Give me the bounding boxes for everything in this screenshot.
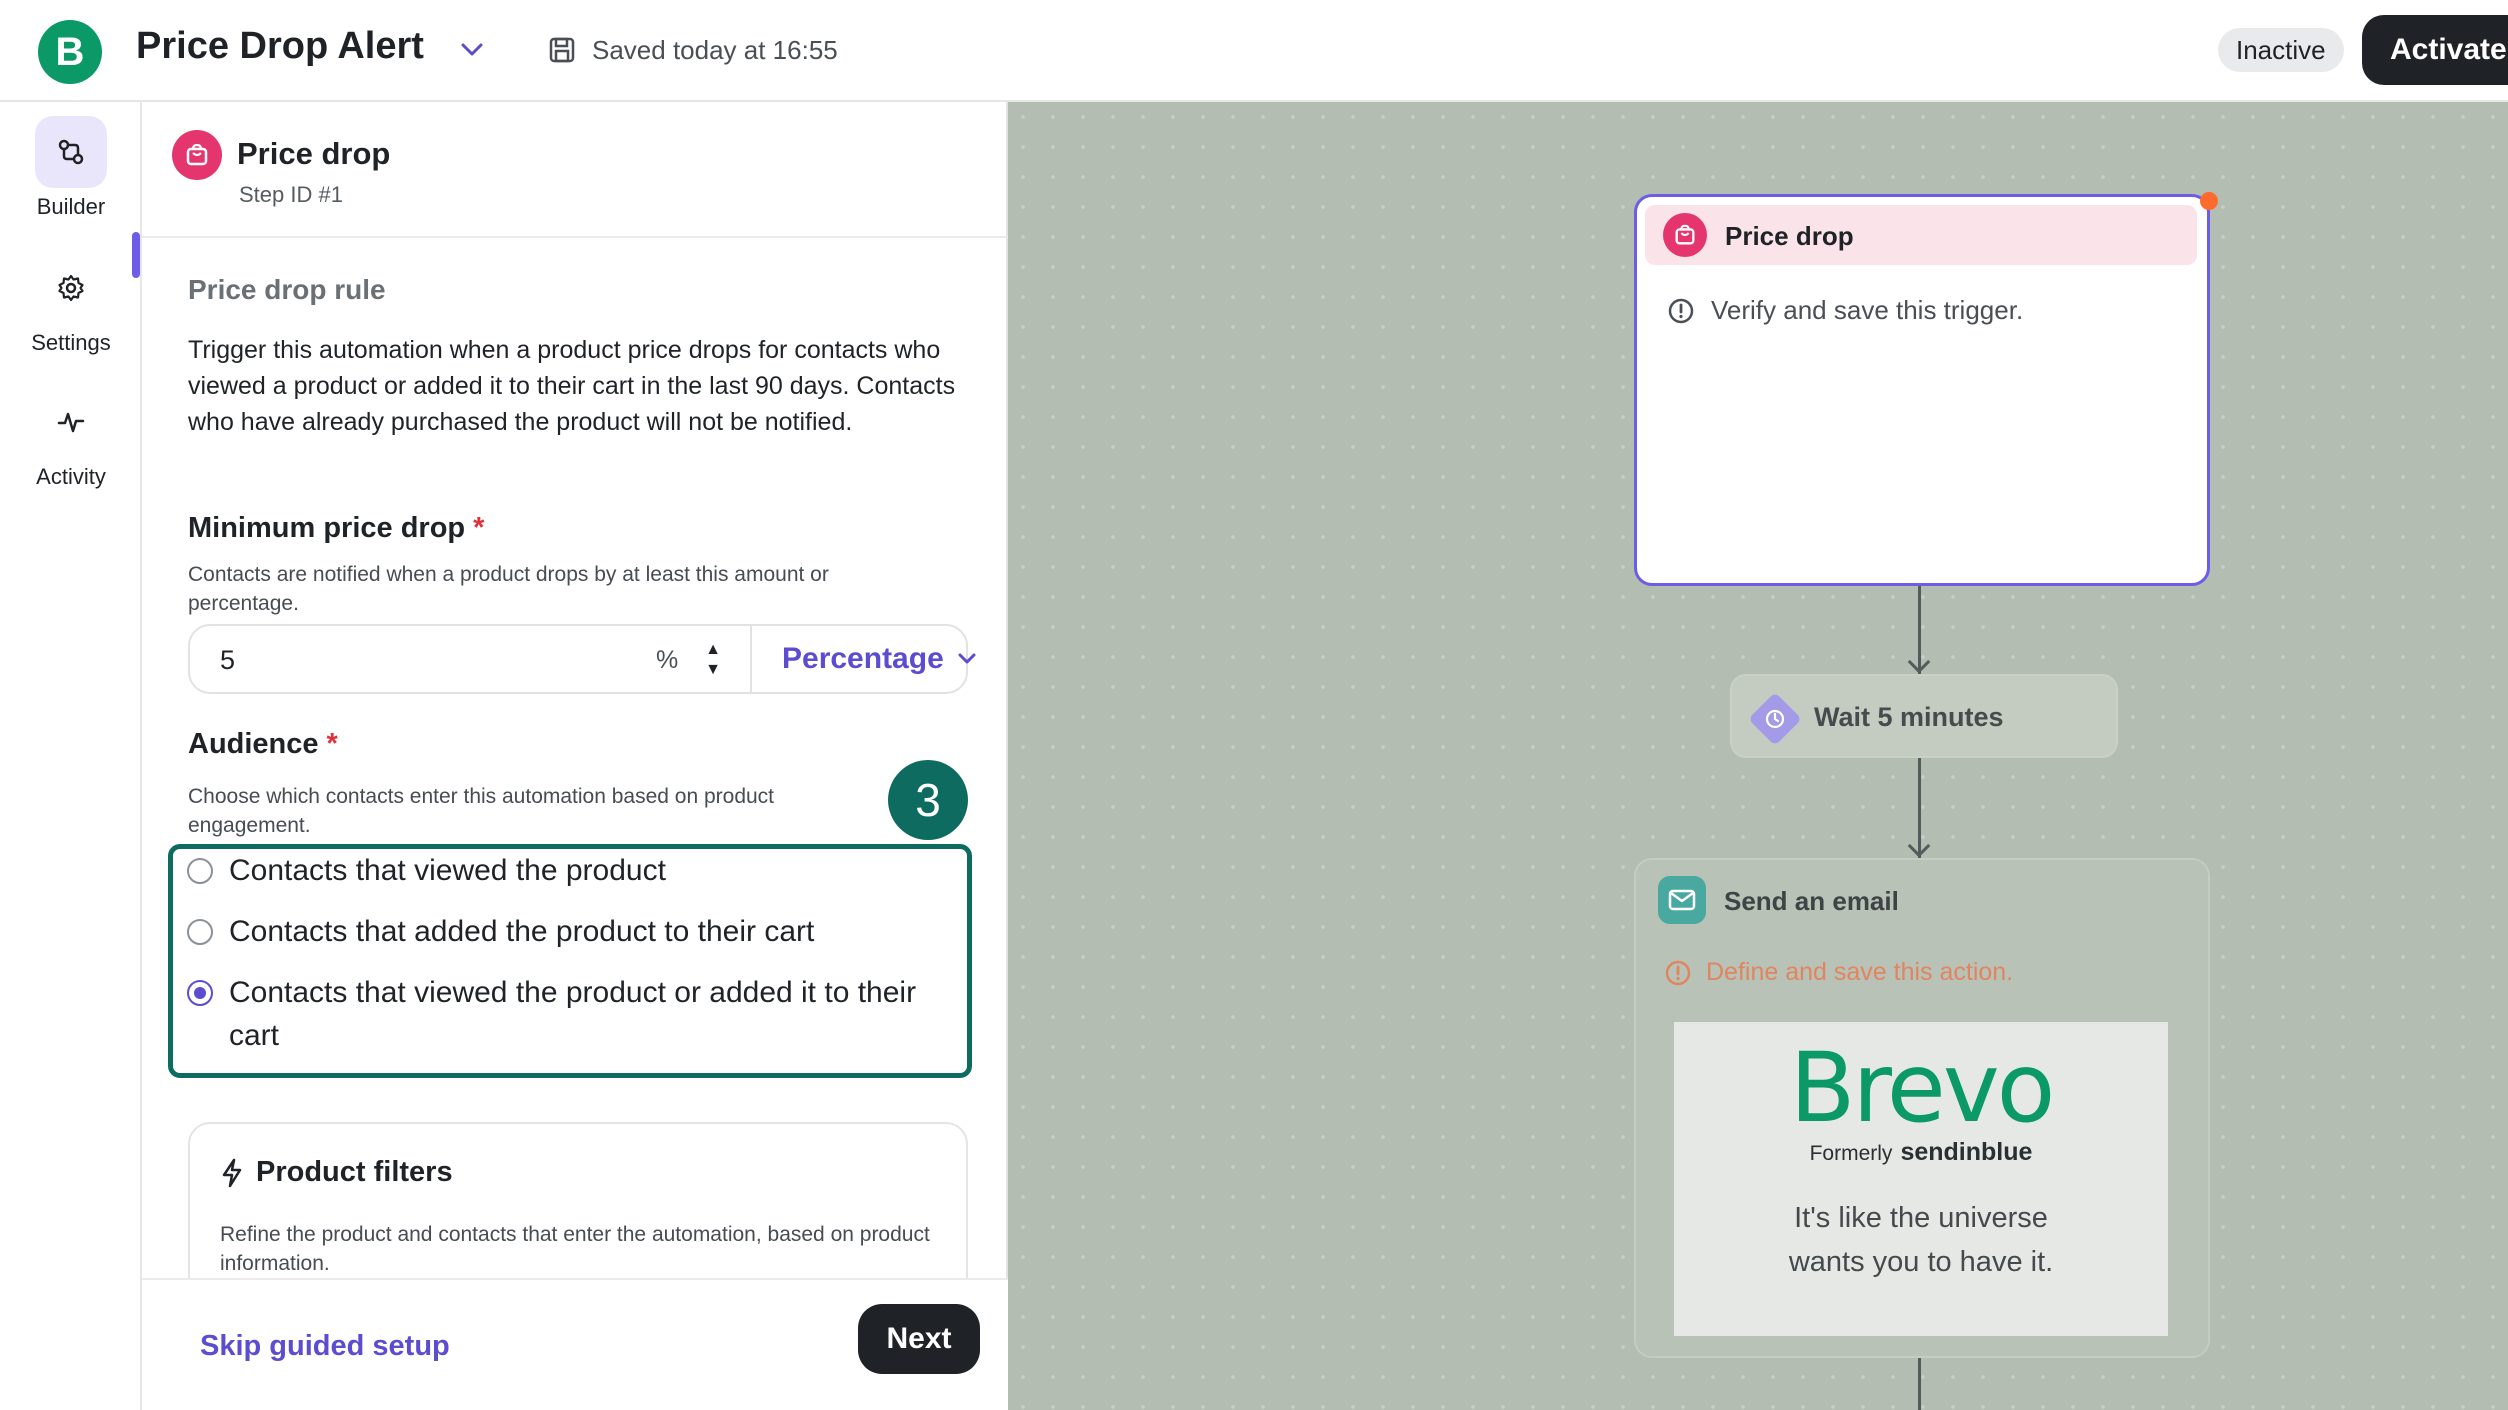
unit-type-select[interactable]: Percentage (782, 642, 976, 676)
gear-icon (35, 252, 107, 324)
activity-icon (35, 386, 107, 458)
left-rail: Builder Settings Activity (0, 102, 142, 1410)
unit-symbol: % (656, 646, 679, 674)
email-node-title: Send an email (1724, 886, 1899, 916)
step-id: Step ID #1 (239, 182, 343, 207)
brevo-wordmark: Brevo (1789, 1032, 2056, 1144)
radio-button[interactable] (187, 858, 213, 884)
min-drop-label: Minimum price drop * (188, 512, 484, 545)
stepper-down-icon[interactable]: ▼ (705, 660, 721, 680)
section-title: Price drop rule (188, 274, 386, 305)
automation-title[interactable]: Price Drop Alert (136, 25, 424, 68)
email-tagline: It's like the universe wants you to have… (1788, 1202, 2054, 1278)
option-label: Contacts that viewed the product (229, 854, 666, 887)
trigger-node-title: Price drop (1725, 221, 1854, 251)
trigger-node-warning: Verify and save this trigger. (1667, 295, 2023, 326)
skip-guided-setup-link[interactable]: Skip guided setup (200, 1330, 450, 1363)
info-icon (1668, 298, 1694, 323)
workflow-canvas[interactable]: Price drop Verify and save this trigger.… (1008, 102, 2508, 1410)
envelope-icon (1658, 876, 1706, 924)
input-divider (750, 626, 752, 692)
filters-help: Refine the product and contacts that ent… (220, 1223, 930, 1275)
rail-item-builder[interactable]: Builder (0, 116, 142, 220)
trigger-config-panel: Price drop Step ID #1 Price drop rule Tr… (142, 102, 1008, 1410)
chevron-down-icon (958, 653, 976, 664)
audience-option-added-to-cart[interactable]: Contacts that added the product to their… (187, 910, 957, 953)
save-icon (548, 36, 576, 64)
required-mark: * (473, 512, 485, 544)
option-label: Contacts that viewed the product or adde… (229, 976, 917, 1052)
product-filters-card[interactable]: Product filters Refine the product and c… (188, 1122, 968, 1302)
audience-help: Choose which contacts enter this automat… (188, 785, 775, 837)
filters-title-text: Product filters (256, 1156, 453, 1188)
radio-button[interactable] (187, 919, 213, 945)
wait-node-label: Wait 5 minutes (1814, 702, 2004, 732)
audience-radio-group: Contacts that viewed the product Contact… (168, 844, 972, 1078)
rule-description: Trigger this automation when a product p… (188, 336, 956, 436)
trigger-warning-text: Verify and save this trigger. (1711, 295, 2024, 325)
required-mark: * (326, 728, 338, 760)
brevo-formerly: Formerly sendinblue (1674, 1138, 2168, 1167)
unit-type-value: Percentage (782, 642, 944, 675)
rail-label: Activity (36, 464, 106, 489)
status-badge: Inactive (2218, 28, 2344, 72)
rail-label: Settings (31, 330, 111, 355)
audience-label: Audience * (188, 728, 338, 761)
rail-item-activity[interactable]: Activity (0, 386, 142, 490)
audience-option-viewed[interactable]: Contacts that viewed the product (187, 849, 957, 892)
saved-status-text: Saved today at 16:55 (592, 35, 838, 65)
trigger-node[interactable]: Price drop Verify and save this trigger. (1634, 194, 2210, 586)
audience-option-viewed-or-added[interactable]: Contacts that viewed the product or adde… (187, 971, 957, 1057)
builder-icon (35, 116, 107, 188)
chevron-down-icon[interactable] (456, 34, 488, 66)
min-drop-help: Contacts are notified when a product dro… (188, 563, 829, 615)
guided-step-badge: 3 (888, 760, 968, 840)
email-warning-text: Define and save this action. (1706, 958, 2014, 986)
min-drop-label-text: Minimum price drop (188, 512, 466, 544)
panel-footer: Skip guided setup Next (142, 1278, 1008, 1410)
shopping-bag-icon (172, 130, 222, 180)
formerly-text: Formerly (1809, 1142, 1893, 1165)
activate-button[interactable]: Activate (2362, 15, 2508, 85)
warning-icon (1665, 960, 1691, 985)
min-drop-input-group: 5 % ▲ ▼ Percentage (188, 624, 976, 694)
next-button[interactable]: Next (858, 1304, 980, 1374)
top-bar: B Price Drop Alert Saved today at 16:55 … (0, 0, 2508, 102)
number-stepper[interactable]: ▲ ▼ (698, 636, 728, 684)
arrow-down-icon (1907, 650, 1931, 674)
lightning-icon (222, 1158, 242, 1187)
brevo-logo[interactable]: B (38, 20, 102, 84)
product-filters-title: Product filters (220, 1156, 453, 1189)
audience-label-text: Audience (188, 728, 319, 760)
panel-header: Price drop Step ID #1 (142, 102, 1008, 238)
panel-title: Price drop (237, 136, 391, 171)
wait-node[interactable]: Wait 5 minutes (1730, 674, 2118, 758)
rail-item-settings[interactable]: Settings (0, 252, 142, 356)
option-label: Contacts that added the product to their… (229, 915, 815, 948)
shopping-bag-icon (1663, 213, 1707, 257)
stepper-up-icon[interactable]: ▲ (705, 640, 721, 660)
arrow-down-icon (1907, 834, 1931, 858)
sendinblue-text: sendinblue (1900, 1138, 2033, 1166)
connector-line (1918, 1358, 1921, 1410)
trigger-node-header: Price drop (1645, 205, 2197, 265)
email-preview: Brevo Formerly sendinblue It's like the u… (1674, 1022, 2168, 1336)
email-node-warning: Define and save this action. (1664, 958, 2013, 987)
unsaved-dot (2200, 192, 2218, 210)
min-drop-value-input[interactable]: 5 (220, 645, 235, 676)
radio-button-selected[interactable] (187, 980, 213, 1006)
send-email-node[interactable]: Send an email Define and save this actio… (1634, 858, 2210, 1358)
rail-label: Builder (36, 194, 106, 219)
clock-icon (1748, 692, 1802, 746)
